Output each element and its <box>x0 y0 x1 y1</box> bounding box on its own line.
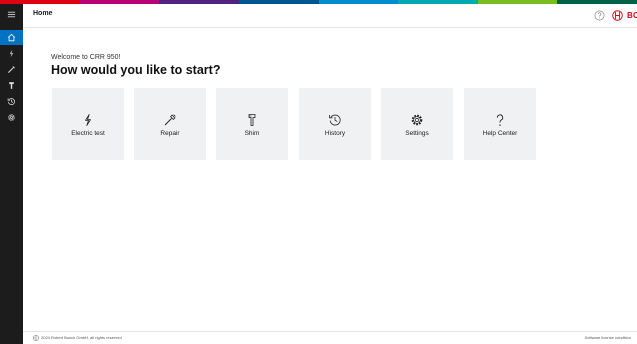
shim-icon <box>9 82 14 89</box>
sidebar-item-history[interactable] <box>0 94 23 109</box>
copyright-icon <box>33 335 39 341</box>
app-header: Home BOSCH <box>23 4 637 28</box>
repair-icon <box>7 66 15 74</box>
tile-label: Settings <box>405 130 429 137</box>
history-icon <box>7 98 15 106</box>
bosch-wordmark: BOSCH <box>627 11 637 20</box>
tile-label: Electric test <box>71 130 105 137</box>
shim-icon <box>248 114 256 126</box>
menu-icon <box>7 11 16 18</box>
sidebar-item-home[interactable] <box>0 30 23 45</box>
sidebar-menu-button[interactable] <box>0 7 23 22</box>
copyright-text: 2024 Robert Bosch GmbH, all rights reser… <box>41 335 122 340</box>
home-icon <box>7 33 16 42</box>
lightning-icon <box>9 49 14 58</box>
tile-label: Help Center <box>482 130 518 137</box>
repair-icon <box>164 114 176 126</box>
tile-label: Shim <box>244 130 260 137</box>
settings-icon <box>411 114 423 126</box>
lightning-icon <box>85 114 91 126</box>
sidebar-item-repair[interactable] <box>0 62 23 77</box>
footer: 2024 Robert Bosch GmbH, all rights reser… <box>23 331 637 344</box>
sidebar-item-settings[interactable] <box>0 110 23 125</box>
bosch-logo: BOSCH <box>612 9 637 22</box>
question-icon <box>496 114 504 126</box>
tile-history[interactable]: History <box>299 88 371 160</box>
tile-repair[interactable]: Repair <box>134 88 206 160</box>
tile-electric-test[interactable]: Electric test <box>52 88 124 160</box>
sidebar-item-electric-test[interactable] <box>0 46 23 61</box>
tile-help-center[interactable]: Help Center <box>464 88 536 160</box>
history-icon <box>329 114 341 126</box>
license-link[interactable]: Software license condition <box>585 335 631 340</box>
welcome-text: Welcome to CRR 950! <box>51 54 121 61</box>
bosch-armature-icon <box>612 10 623 21</box>
settings-icon <box>8 114 15 121</box>
sidebar-item-shim[interactable] <box>0 78 23 93</box>
tile-label: History <box>324 130 346 137</box>
start-headline: How would you like to start? <box>51 63 221 77</box>
tile-label: Repair <box>160 130 180 137</box>
sidebar <box>0 4 23 344</box>
tile-shim[interactable]: Shim <box>216 88 288 160</box>
tile-settings[interactable]: Settings <box>381 88 453 160</box>
help-icon[interactable] <box>594 10 605 21</box>
page-title: Home <box>33 10 53 17</box>
